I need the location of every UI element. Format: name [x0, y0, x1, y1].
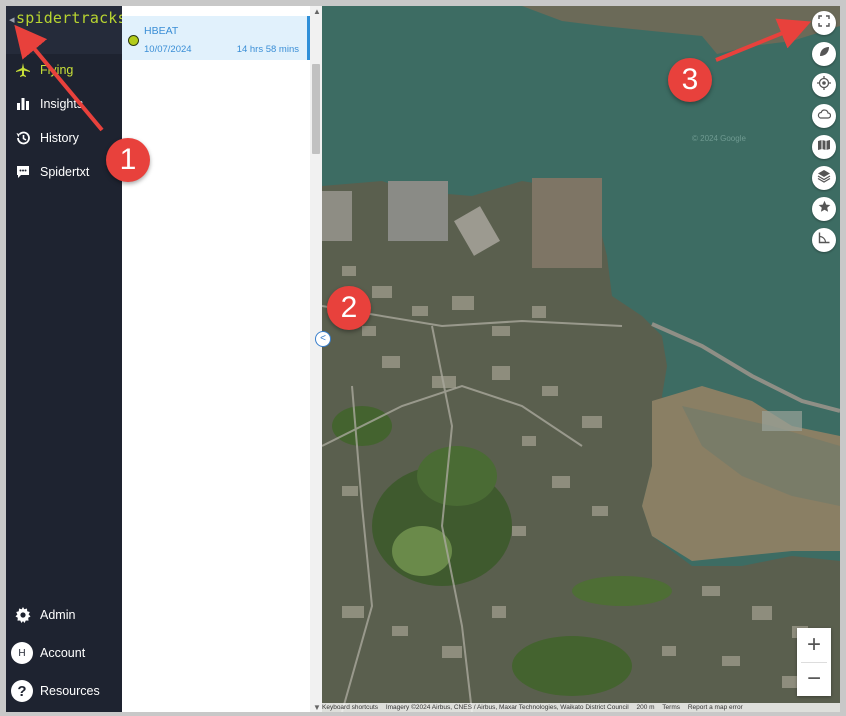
airplane-icon	[14, 61, 32, 79]
sidebar-item-label: Admin	[40, 608, 76, 622]
chat-icon	[14, 163, 32, 181]
sidebar-item-label: Spidertxt	[40, 165, 90, 179]
layers-button[interactable]	[812, 166, 836, 190]
map-type-button[interactable]	[812, 135, 836, 159]
terms-link[interactable]: Terms	[662, 704, 680, 711]
brand-name: spidertracks	[16, 9, 127, 27]
scrollbar-thumb[interactable]	[312, 64, 320, 154]
sidebar-item-spidertxt[interactable]: Spidertxt	[6, 157, 122, 187]
sidebar: ◂ spidertracks Flying Insights History S…	[6, 6, 127, 712]
measure-button[interactable]	[812, 228, 836, 252]
flight-list-scrollbar[interactable]: ▲ ▼	[310, 6, 322, 712]
leaf-button[interactable]	[812, 42, 836, 66]
report-error-link[interactable]: Report a map error	[688, 704, 743, 711]
history-icon	[14, 129, 32, 147]
zoom-out-button[interactable]: −	[797, 662, 831, 696]
sidebar-item-history[interactable]: History	[6, 123, 122, 153]
ruler-icon	[818, 231, 831, 249]
leaf-icon	[818, 45, 830, 63]
sidebar-item-admin[interactable]: Admin	[6, 600, 122, 630]
sidebar-item-flying[interactable]: Flying	[6, 55, 122, 85]
flight-list-item[interactable]: HBEAT 10/07/2024 14 hrs 58 mins	[122, 16, 310, 60]
gear-icon	[14, 606, 32, 624]
zoom-in-button[interactable]: +	[797, 628, 831, 662]
sidebar-item-label: Flying	[40, 63, 74, 77]
keyboard-shortcuts-link[interactable]: Keyboard shortcuts	[322, 704, 378, 711]
collapse-sidebar-caret-icon[interactable]: ◂	[9, 13, 15, 26]
flight-duration: 14 hrs 58 mins	[236, 44, 299, 55]
annotation-badge-2: 2	[327, 286, 371, 330]
flight-list-panel: HBEAT 10/07/2024 14 hrs 58 mins ▲ ▼	[122, 6, 322, 712]
zoom-control: + −	[797, 628, 831, 696]
satellite-imagery: © 2024 Google	[322, 6, 840, 712]
app-window: ◂ spidertracks Flying Insights History S…	[6, 6, 840, 712]
sidebar-item-label: History	[40, 131, 79, 145]
collapse-list-button[interactable]: <	[315, 331, 331, 347]
map-icon	[817, 138, 831, 156]
fullscreen-button[interactable]	[812, 11, 836, 35]
zoom-divider	[801, 662, 827, 663]
map-view[interactable]: © 2024 Google	[322, 6, 840, 712]
locate-icon	[817, 75, 831, 95]
sidebar-item-resources[interactable]: ? Resources	[6, 676, 122, 706]
annotation-badge-3: 3	[668, 58, 712, 102]
map-attribution: Keyboard shortcuts Imagery ©2024 Airbus,…	[322, 703, 840, 712]
map-scale[interactable]: 200 m	[637, 704, 655, 711]
scroll-down-icon[interactable]: ▼	[313, 703, 321, 712]
favourites-button[interactable]	[812, 197, 836, 221]
cloud-icon	[817, 107, 832, 125]
scroll-up-icon[interactable]: ▲	[313, 7, 321, 16]
logo[interactable]: ◂ spidertracks	[6, 6, 127, 54]
locate-button[interactable]	[812, 73, 836, 97]
fullscreen-icon	[818, 14, 830, 32]
flight-date: 10/07/2024	[144, 44, 192, 55]
help-icon: ?	[11, 680, 33, 702]
sidebar-item-label: Resources	[40, 684, 100, 698]
sidebar-item-label: Account	[40, 646, 86, 660]
map-watermark: © 2024 Google	[692, 134, 746, 143]
star-icon	[818, 200, 831, 218]
sidebar-item-insights[interactable]: Insights	[6, 89, 122, 119]
avatar-icon: H	[11, 642, 33, 664]
weather-button[interactable]	[812, 104, 836, 128]
sidebar-item-label: Insights	[40, 97, 84, 111]
flight-name: HBEAT	[144, 25, 179, 37]
bar-chart-icon	[14, 95, 32, 113]
imagery-credit: Imagery ©2024 Airbus, CNES / Airbus, Max…	[385, 704, 629, 711]
sidebar-item-account[interactable]: H Account	[6, 638, 122, 668]
annotation-badge-1: 1	[106, 138, 150, 182]
avatar-letter: H	[18, 647, 26, 659]
flight-status-dot	[128, 35, 139, 46]
layers-icon	[817, 169, 831, 188]
help-glyph: ?	[17, 682, 27, 700]
